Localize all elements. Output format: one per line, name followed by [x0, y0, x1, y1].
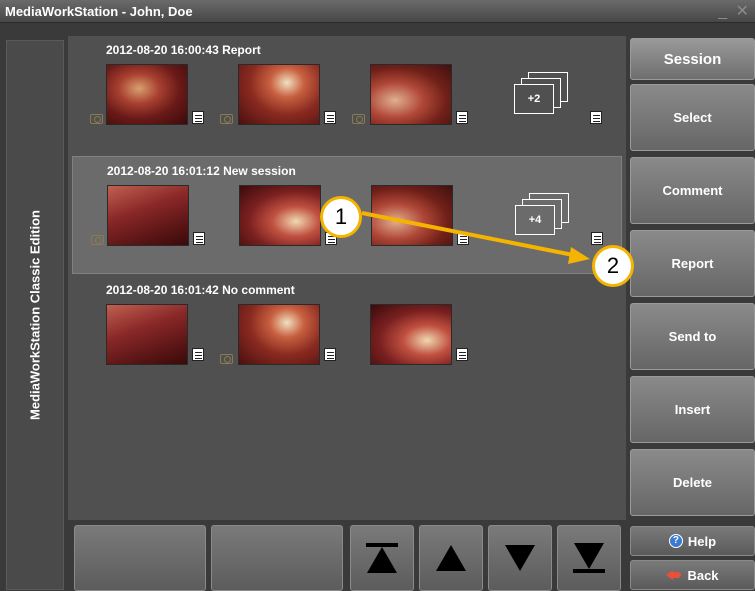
note-icon[interactable]: [457, 232, 469, 245]
callout-step-2: 2: [592, 245, 634, 287]
note-icon[interactable]: [456, 111, 468, 124]
up-button[interactable]: [419, 525, 483, 591]
window-title: MediaWorkStation - John, Doe: [5, 4, 193, 19]
last-icon: [573, 543, 605, 573]
select-button[interactable]: Select: [630, 84, 755, 151]
report-button[interactable]: Report: [630, 230, 755, 297]
blank-button[interactable]: [74, 525, 206, 591]
image-thumbnail[interactable]: [370, 304, 452, 365]
help-label: Help: [687, 533, 717, 549]
help-button[interactable]: ? Help: [630, 526, 755, 556]
session-title: 2012-08-20 16:01:12 New session: [107, 164, 296, 178]
image-thumbnail[interactable]: [370, 64, 452, 125]
action-panel: Session Select Comment Report Send to In…: [628, 36, 755, 591]
note-icon[interactable]: [324, 348, 336, 361]
camera-icon: [220, 114, 233, 124]
note-icon[interactable]: [193, 232, 205, 245]
session-row[interactable]: 2012-08-20 16:01:42 No comment: [72, 276, 622, 394]
session-row[interactable]: 2012-08-20 16:00:43 Report +2: [72, 36, 622, 154]
down-icon: [505, 545, 535, 571]
stack-icon[interactable]: +4: [515, 193, 569, 239]
navigation-bar: [68, 522, 626, 591]
delete-button[interactable]: Delete: [630, 449, 755, 516]
send-to-button[interactable]: Send to: [630, 303, 755, 370]
up-icon: [436, 545, 466, 571]
image-thumbnail[interactable]: [239, 185, 321, 246]
camera-icon: [352, 114, 365, 124]
note-icon[interactable]: [456, 348, 468, 361]
comment-button[interactable]: Comment: [630, 157, 755, 224]
edition-sidebar: MediaWorkStation Classic Edition: [6, 40, 64, 590]
note-icon[interactable]: [590, 111, 602, 124]
down-button[interactable]: [488, 525, 552, 591]
title-bar: MediaWorkStation - John, Doe _ ✕: [0, 0, 755, 23]
image-thumbnail[interactable]: [238, 304, 320, 365]
note-icon[interactable]: [591, 232, 603, 245]
image-thumbnail[interactable]: [107, 185, 189, 246]
session-title: 2012-08-20 16:00:43 Report: [106, 43, 261, 57]
first-button[interactable]: [350, 525, 414, 591]
more-images-count: +2: [514, 84, 554, 114]
callout-step-1: 1: [320, 196, 362, 238]
help-icon: ?: [668, 534, 683, 548]
back-icon: [666, 569, 682, 581]
back-label: Back: [687, 567, 719, 583]
image-thumbnail[interactable]: [238, 64, 320, 125]
more-images-count: +4: [515, 205, 555, 235]
note-icon[interactable]: [192, 111, 204, 124]
session-list[interactable]: 2012-08-20 16:00:43 Report +2 2012-08-20…: [68, 36, 626, 520]
blank-button[interactable]: [211, 525, 343, 591]
edition-label: MediaWorkStation Classic Edition: [27, 210, 43, 420]
note-icon[interactable]: [192, 348, 204, 361]
camera-icon: [220, 354, 233, 364]
back-button[interactable]: Back: [630, 560, 755, 590]
window-controls[interactable]: _ ✕: [718, 1, 751, 21]
image-thumbnail[interactable]: [106, 304, 188, 365]
last-button[interactable]: [557, 525, 621, 591]
image-thumbnail[interactable]: [106, 64, 188, 125]
stack-icon[interactable]: +2: [514, 72, 568, 118]
first-icon: [366, 543, 398, 573]
session-header: Session: [630, 38, 755, 80]
camera-icon: [91, 235, 104, 245]
camera-icon: [90, 114, 103, 124]
note-icon[interactable]: [324, 111, 336, 124]
insert-button[interactable]: Insert: [630, 376, 755, 443]
image-thumbnail[interactable]: [371, 185, 453, 246]
session-title: 2012-08-20 16:01:42 No comment: [106, 283, 295, 297]
